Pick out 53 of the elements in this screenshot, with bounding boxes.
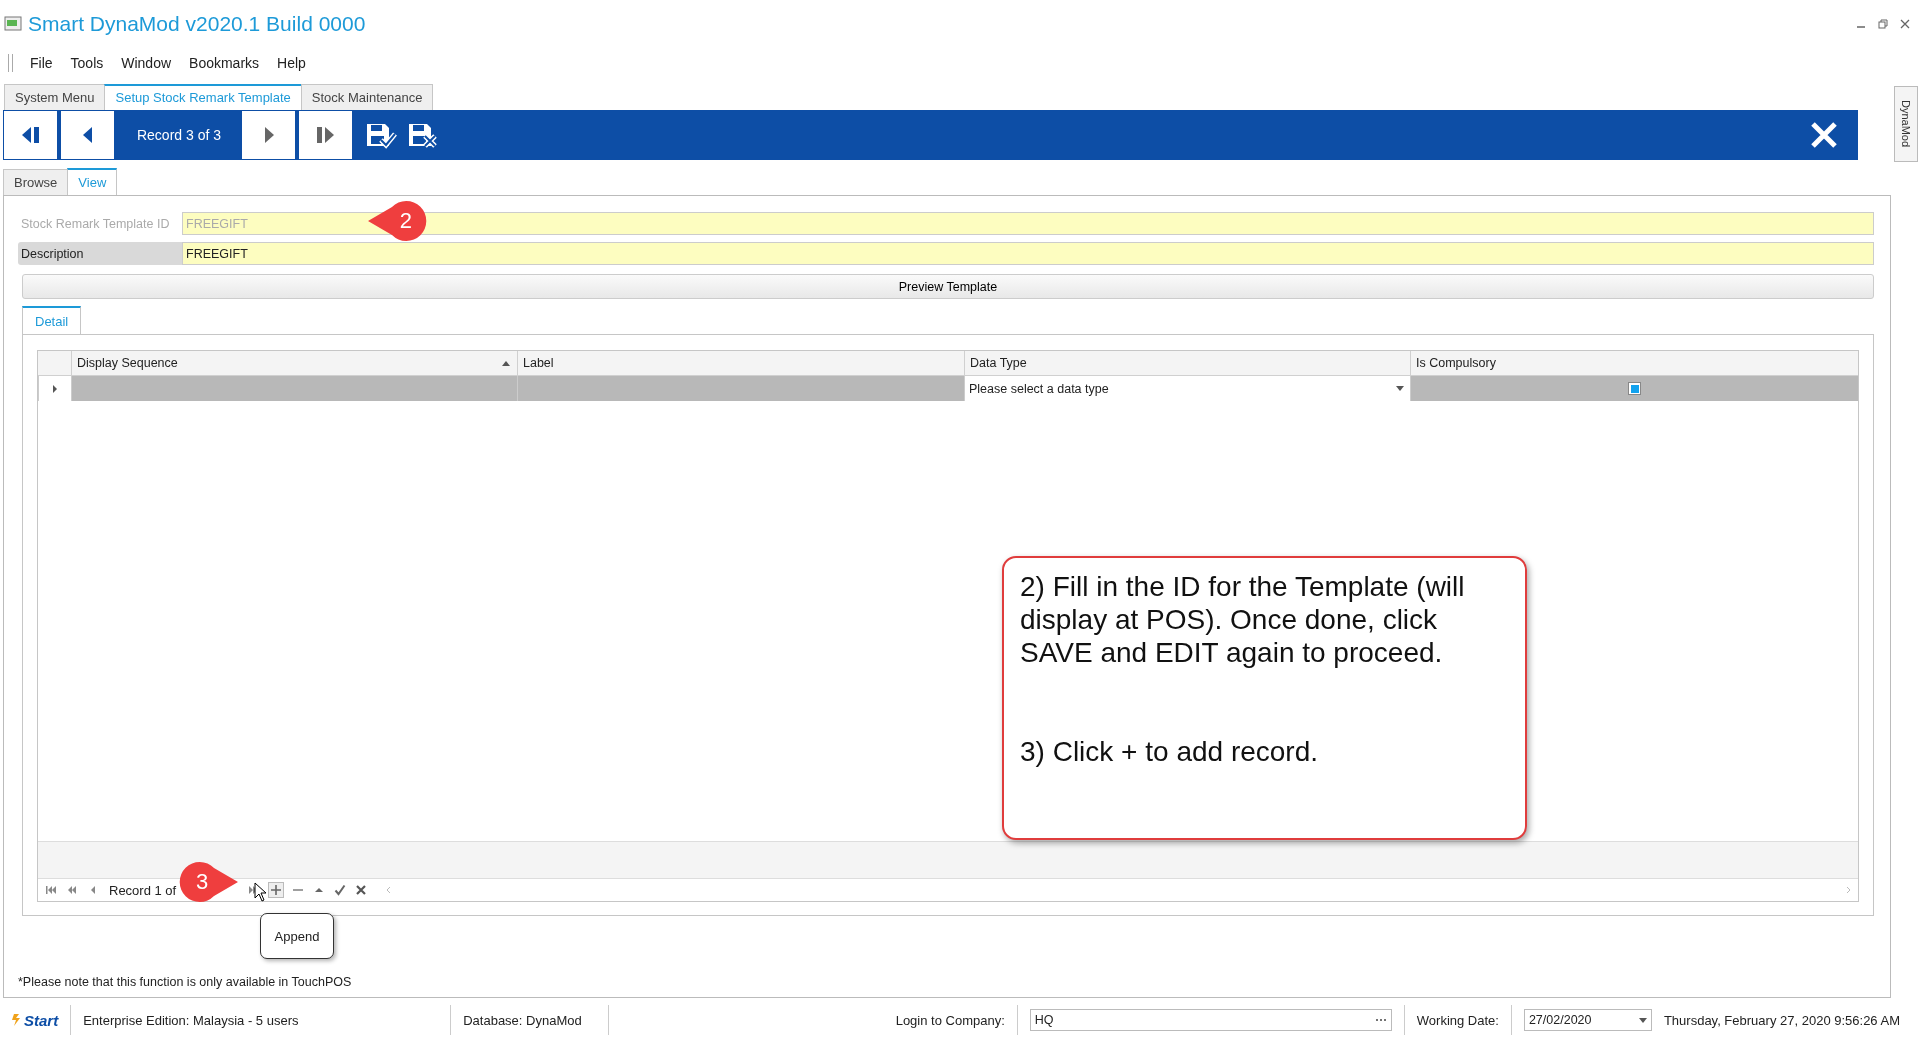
previous-button[interactable] [61, 111, 114, 159]
cancel-icon[interactable] [354, 883, 369, 897]
ellipsis-icon[interactable] [1374, 1018, 1387, 1022]
tab[interactable]: Browse [3, 169, 69, 195]
preview-template-button[interactable]: Preview Template [22, 274, 1874, 299]
date-field[interactable]: 27/02/2020 [1523, 1009, 1652, 1031]
discard-icon[interactable] [407, 121, 439, 149]
check-icon[interactable] [333, 883, 348, 897]
database-text: Database: DynaMod [462, 1012, 583, 1028]
column-header[interactable]: Data Type [970, 356, 1027, 370]
annotation-text: 2) Fill in the ID for the Template (will display at POS). Once done, click SAVE and EDIT again to proceed. [1020, 570, 1466, 669]
caret-icon[interactable] [1638, 1017, 1647, 1023]
start-button[interactable]: Start [0, 1011, 71, 1029]
caret-icon[interactable] [1396, 386, 1404, 391]
add-icon[interactable] [268, 882, 285, 898]
menu-item[interactable]: Tools [61, 51, 113, 75]
menu-item[interactable]: File [21, 51, 62, 75]
tab[interactable]: System Menu [4, 84, 106, 110]
close-icon[interactable] [1900, 19, 1910, 29]
menu-item[interactable]: Bookmarks [180, 51, 269, 75]
field-label: Stock Remark Template ID [20, 215, 171, 233]
window-title: Smart DynaMod v2020.1 Build 0000 [28, 12, 366, 36]
save-icon[interactable] [365, 121, 397, 149]
table-cell[interactable] [71, 376, 517, 401]
checkbox[interactable] [1628, 382, 1641, 395]
cursor-icon [254, 882, 267, 902]
input-field[interactable]: FREEGIFT [182, 242, 1874, 265]
column-header[interactable]: Display Sequence [77, 356, 178, 370]
note-text: *Please note that this function is only available in TouchPOS [18, 975, 353, 989]
next-button[interactable] [242, 111, 295, 159]
field-label: Description [18, 242, 182, 265]
working-date-label: Working Date: [1415, 1012, 1500, 1028]
company-field[interactable]: HQ [1029, 1009, 1392, 1031]
last-record-button[interactable] [299, 111, 352, 159]
column-header[interactable]: Label [523, 356, 554, 370]
menu-item[interactable]: Help [268, 51, 315, 75]
column-header[interactable]: Is Compulsory [1416, 356, 1496, 370]
edition-text: Enterprise Edition: Malaysia - 5 users [82, 1012, 300, 1028]
record-counter: Record 1 of [109, 882, 177, 898]
append-tooltip: Append [260, 913, 334, 959]
lightning-icon [10, 1013, 22, 1027]
annotation-text: 3) Click + to add record. [1020, 735, 1320, 768]
table-cell[interactable] [517, 376, 964, 401]
side-tab[interactable]: DynaMod [1894, 86, 1918, 162]
app-icon [4, 16, 22, 32]
first-icon[interactable] [44, 883, 58, 897]
menu-item[interactable]: Window [112, 51, 181, 75]
first-record-button[interactable] [4, 111, 57, 159]
tab[interactable]: Stock Maintenance [300, 84, 434, 110]
datetime-text: Thursday, February 27, 2020 9:56:26 AM [1663, 1012, 1901, 1028]
record-counter: Record 3 of 3 [135, 126, 223, 145]
restore-icon[interactable] [1878, 19, 1888, 29]
company-label: Login to Company: [894, 1012, 1006, 1028]
